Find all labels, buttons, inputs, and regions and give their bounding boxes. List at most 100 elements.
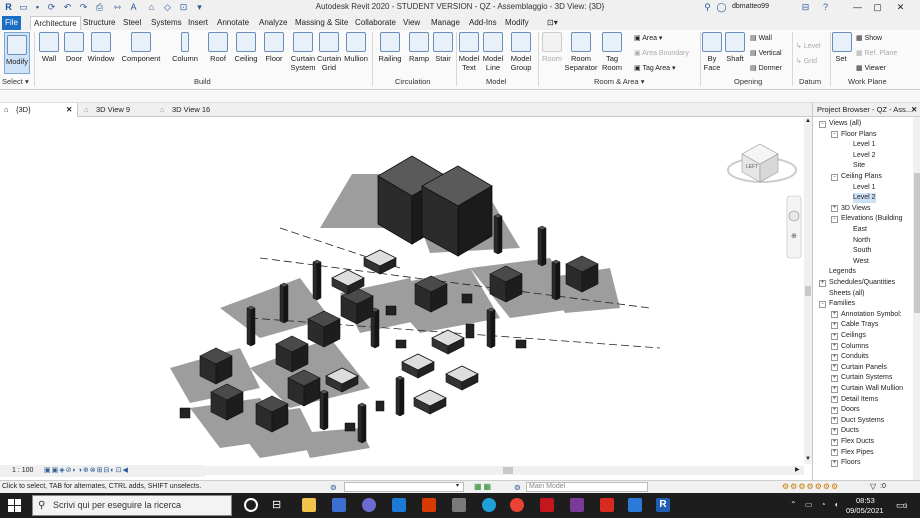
browser-node[interactable]: West	[853, 257, 869, 267]
expand-icon[interactable]: +	[831, 449, 838, 457]
open-volume[interactable]	[445, 365, 479, 391]
expand-icon[interactable]: +	[831, 459, 838, 467]
volume[interactable]	[489, 265, 523, 303]
dropbox-icon[interactable]	[392, 498, 406, 512]
browser-node[interactable]: Level 2	[853, 193, 876, 204]
show-button[interactable]: ▦ Show	[856, 34, 882, 42]
curtain-system-button[interactable]: Curtain System	[289, 32, 317, 72]
collapse-icon[interactable]: -	[819, 120, 826, 128]
volume[interactable]	[210, 383, 244, 421]
volume[interactable]	[414, 275, 448, 313]
task-view-icon[interactable]: ⊟	[272, 498, 286, 512]
expand-icon[interactable]: +	[831, 353, 838, 361]
office-icon[interactable]	[422, 498, 436, 512]
expand-icon[interactable]: +	[831, 343, 838, 351]
area-boundary-button[interactable]: ▣ Area Boundary	[634, 49, 689, 57]
expand-icon[interactable]: +	[831, 332, 838, 340]
view-tab-3d-view-16[interactable]: ⌂ 3D View 16	[156, 103, 236, 117]
editing-icons[interactable]: ▦▦	[474, 482, 493, 491]
browser-node[interactable]: Columns	[841, 342, 869, 352]
mail-icon[interactable]	[332, 498, 346, 512]
model-line-button[interactable]: Model Line	[482, 32, 504, 72]
pillar[interactable]	[395, 375, 405, 417]
browser-node[interactable]: Level 2	[853, 151, 876, 161]
expand-icon[interactable]: +	[819, 279, 826, 287]
open-volume[interactable]	[413, 389, 447, 415]
tab-file[interactable]: File	[2, 16, 21, 30]
tab-add-ins[interactable]: Add-Ins	[466, 16, 500, 30]
revit-taskbar-icon[interactable]: R	[656, 498, 670, 512]
pillar[interactable]	[312, 259, 322, 301]
navigation-bar[interactable]: ⊕	[786, 195, 802, 259]
cart-icon[interactable]: ⊟	[800, 2, 811, 13]
tab-architecture[interactable]: Architecture	[30, 16, 81, 30]
system-tray-icons[interactable]: ⌃ ▭ ◔ ◖	[790, 500, 842, 509]
wall-button[interactable]: Wall	[38, 32, 60, 63]
expand-icon[interactable]: +	[831, 406, 838, 414]
model-text-button[interactable]: Model Text	[458, 32, 480, 72]
browser-node[interactable]: Duct Systems	[841, 416, 884, 426]
stair-button[interactable]: Stair	[432, 32, 454, 63]
scroll-thumb[interactable]	[805, 286, 811, 296]
expand-icon[interactable]: +	[831, 417, 838, 425]
curtain-grid-button[interactable]: Curtain Grid	[317, 32, 341, 72]
roof-button[interactable]: Roof	[206, 32, 230, 63]
browser-node[interactable]: Families	[829, 299, 855, 309]
pillar[interactable]	[319, 389, 329, 431]
pillar[interactable]	[486, 307, 496, 349]
expand-icon[interactable]: +	[831, 311, 838, 319]
browser-node[interactable]: Ceilings	[841, 331, 866, 341]
app-icon[interactable]	[362, 498, 376, 512]
browser-node[interactable]: Sheets (all)	[829, 289, 864, 299]
expand-icon[interactable]: +	[831, 438, 838, 446]
browser-node[interactable]: Ceiling Plans	[841, 172, 882, 182]
photos-icon[interactable]	[628, 498, 642, 512]
browser-node[interactable]: Level 1	[853, 183, 876, 193]
tab-collaborate[interactable]: Collaborate	[352, 16, 399, 30]
browser-node[interactable]: Annotation Symbol:	[841, 310, 902, 320]
browser-node[interactable]: South	[853, 246, 871, 256]
set-button[interactable]: Set	[832, 32, 852, 63]
viewcube[interactable]: LEFT	[727, 143, 797, 183]
collapse-icon[interactable]: -	[831, 173, 838, 181]
minimize-icon[interactable]: —	[852, 2, 863, 13]
scroll-thumb[interactable]	[503, 467, 513, 474]
grid-button[interactable]: ↳ Grid	[796, 57, 817, 65]
browser-scrollbar[interactable]	[913, 117, 920, 480]
vertical-scrollbar[interactable]: ▲ ▼	[804, 118, 812, 464]
tab-analyze[interactable]: Analyze	[256, 16, 290, 30]
mullion-button[interactable]: Mullion	[342, 32, 370, 63]
ribbon-toggle-icon[interactable]: ⊡▾	[544, 16, 561, 30]
open-volume[interactable]	[401, 353, 435, 379]
tab-systems[interactable]: Systems	[148, 16, 185, 30]
3d-viewport[interactable]: LEFT ⊕	[0, 118, 804, 464]
group-room-area[interactable]: Room & Area ▾	[594, 77, 644, 86]
volume[interactable]	[340, 287, 374, 325]
vertical-opening-button[interactable]: ▤ Vertical	[750, 49, 782, 57]
model-group-button[interactable]: Model Group	[508, 32, 534, 72]
tab-view[interactable]: View	[400, 16, 423, 30]
expand-icon[interactable]: +	[831, 364, 838, 372]
scroll-thumb[interactable]	[914, 173, 920, 313]
browser-node[interactable]: Flex Pipes	[841, 448, 874, 458]
tab-insert[interactable]: Insert	[185, 16, 211, 30]
tab-manage[interactable]: Manage	[428, 16, 463, 30]
by-face-button[interactable]: By Face	[702, 32, 722, 72]
pillar[interactable]	[246, 305, 256, 347]
store-icon[interactable]	[452, 498, 466, 512]
close-icon[interactable]: ✕	[911, 103, 917, 117]
floor-button[interactable]: Floor	[262, 32, 286, 63]
scale-label[interactable]: 1 : 100	[12, 467, 33, 474]
taskbar-search-input[interactable]: ⚲ Scrivi qui per eseguire la ricerca	[32, 495, 232, 516]
close-icon[interactable]: ✕	[895, 2, 906, 13]
room-button[interactable]: Room	[540, 32, 564, 63]
ramp-button[interactable]: Ramp	[406, 32, 432, 63]
file-explorer-icon[interactable]	[302, 498, 316, 512]
volume[interactable]	[307, 310, 341, 348]
collapse-icon[interactable]: -	[831, 215, 838, 223]
browser-node[interactable]: Conduits	[841, 352, 869, 362]
window-button[interactable]: Window	[86, 32, 116, 63]
group-select[interactable]: Select ▾	[2, 77, 29, 86]
ref-plane-button[interactable]: ▦ Ref. Plane	[856, 49, 897, 57]
shaft-button[interactable]: Shaft	[724, 32, 746, 63]
